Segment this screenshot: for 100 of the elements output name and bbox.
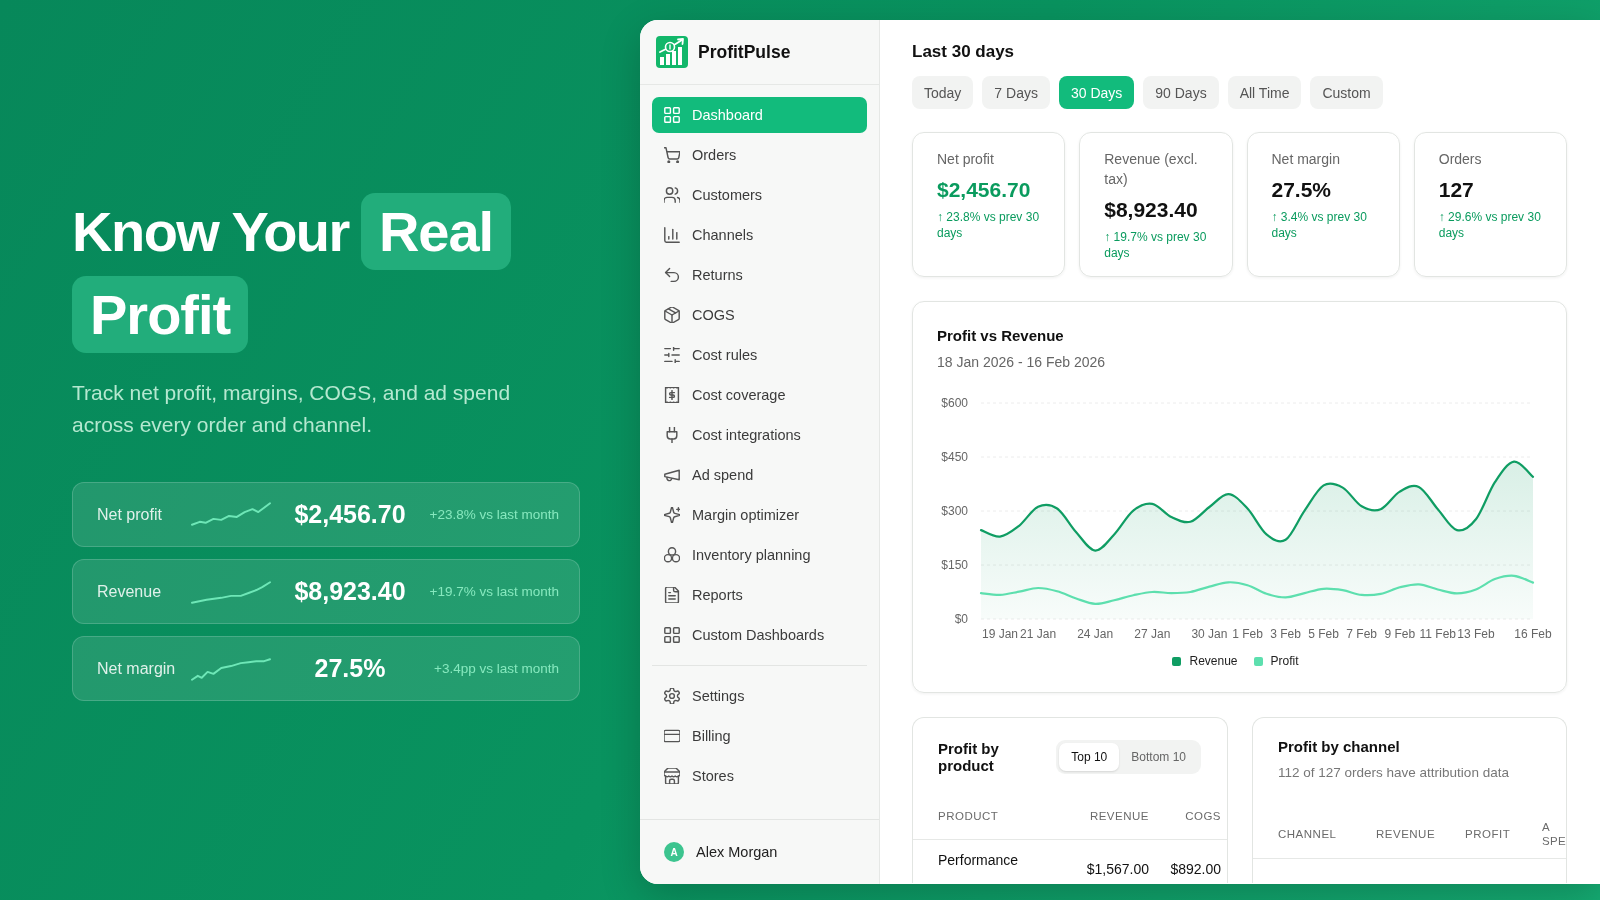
brand-name: ProfitPulse [698,41,791,63]
nav-item[interactable]: Settings [652,678,867,714]
table-cell-text: Performance [938,851,1020,870]
legend-label: Revenue [1189,654,1238,668]
kpi-label: Net margin [1271,150,1341,169]
axis-label: $450 [941,450,968,464]
bar-chart-icon [664,227,680,243]
user-name: Alex Morgan [696,844,778,860]
axis-label: 9 Feb [1384,627,1416,641]
column-header: A SPE [1542,820,1566,848]
nav-item[interactable]: Billing [652,718,867,754]
stat-label: Revenue [97,582,163,601]
axis-label: $600 [941,396,968,410]
nav-item[interactable]: Stores [652,758,867,794]
plug-icon [664,427,680,443]
date-range-tab[interactable]: 90 Days [1143,76,1219,109]
nav-item[interactable]: Channels [652,217,867,253]
logo-icon [656,36,688,68]
axis-label: 1 Feb [1232,627,1263,641]
nav-item[interactable]: Custom Dashboards [652,617,867,653]
nav-item[interactable]: Orders [652,137,867,173]
page-title: Last 30 days [912,41,1016,63]
column-header: REVENUE [1376,827,1437,841]
axis-label: 21 Jan [1020,627,1057,641]
axis-label: $150 [941,558,968,572]
date-range-tab[interactable]: All Time [1227,76,1302,109]
user-avatar: A [664,842,684,862]
axis-label: 30 Jan [1191,627,1228,641]
chart-date-range: 18 Jan 2026 - 16 Feb 2026 [937,353,1107,372]
axis-label: 16 Feb [1514,627,1552,641]
stat-label: Net margin [97,659,177,678]
card-subtitle: 112 of 127 orders have attribution data [1278,764,1510,782]
nav-item[interactable]: Ad spend [652,457,867,493]
kpi-value: $8,923.40 [1104,197,1199,223]
sliders-icon [664,347,680,363]
credit-card-icon [664,728,680,744]
kpi-label: Revenue (excl. tax) [1104,150,1199,189]
date-range-tab[interactable]: Custom [1310,76,1383,109]
axis-label: $300 [941,504,968,518]
axis-label: 27 Jan [1134,627,1171,641]
cart-icon [664,147,680,163]
stat-value: $2,456.70 [293,500,407,529]
megaphone-icon [664,467,680,483]
kpi-label: Orders [1438,150,1483,169]
headline-text: Know Your [72,199,349,265]
kpi-value: 27.5% [1271,177,1333,203]
filter-tab[interactable]: Bottom 10 [1119,743,1198,771]
stat-label: Net profit [97,505,163,524]
settings-icon [664,688,680,704]
axis-label: 5 Feb [1308,627,1339,641]
axis-label: 3 Feb [1270,627,1301,641]
grid-icon [664,107,680,123]
axis-label: $0 [954,612,968,626]
date-range-tab[interactable]: 7 Days [982,76,1050,109]
kpi-change: ↑ 19.7% vs prev 30 days [1104,229,1208,261]
stat-change: +3.4pp vs last month [433,661,559,676]
nav-item[interactable]: Margin optimizer [652,497,867,533]
kpi-change: ↑ 29.6% vs prev 30 days [1438,209,1542,241]
return-arrow-icon [664,267,680,283]
headline-highlight: Profit [72,276,249,353]
package-icon [664,307,680,323]
axis-label: 11 Feb [1419,627,1457,641]
users-icon [664,187,680,203]
nav-item[interactable]: Cost rules [652,337,867,373]
stat-value: 27.5% [313,654,387,683]
column-header: CHANNEL [1278,827,1338,841]
kpi-change: ↑ 23.8% vs prev 30 days [937,209,1041,241]
column-header: PRODUCT [938,809,1000,824]
document-icon [664,587,680,603]
column-header: COGS [1184,809,1221,824]
nav-item[interactable]: COGS [652,297,867,333]
card-title: Profit by product [938,740,1000,774]
date-range-tab[interactable]: Today [912,76,974,109]
chart-title: Profit vs Revenue [937,326,1065,346]
receipt-icon [664,387,680,403]
axis-label: 19 Jan [982,627,1019,641]
headline-highlight: Real [360,193,512,270]
stat-change: +23.8% vs last month [429,507,559,522]
grid-icon [664,627,680,643]
axis-label: 13 Feb [1457,627,1495,641]
card-title: Profit by channel [1278,737,1401,757]
nav-item[interactable]: Cost coverage [652,377,867,413]
kpi-value: 127 [1438,177,1475,203]
table-cell-text: $892.00 [1169,860,1221,879]
stat-value: $8,923.40 [293,577,407,606]
circles-icon [664,547,680,563]
filter-tab[interactable]: Top 10 [1059,743,1120,771]
nav-item[interactable]: Inventory planning [652,537,867,573]
nav-item[interactable]: Returns [652,257,867,293]
axis-label: 24 Jan [1077,627,1114,641]
sparkles-icon [664,507,680,523]
nav-item[interactable]: Cost integrations [652,417,867,453]
store-icon [664,768,680,784]
legend-label: Profit [1270,654,1299,668]
hero-subtitle: Track net profit, margins, COGS, and ad spend across every order and channel. [72,380,512,438]
nav-item[interactable]: Customers [652,177,867,213]
kpi-value: $2,456.70 [937,177,1032,203]
column-header: PROFIT [1465,827,1512,841]
kpi-change: ↑ 3.4% vs prev 30 days [1271,209,1368,241]
nav-item[interactable]: Reports [652,577,867,613]
